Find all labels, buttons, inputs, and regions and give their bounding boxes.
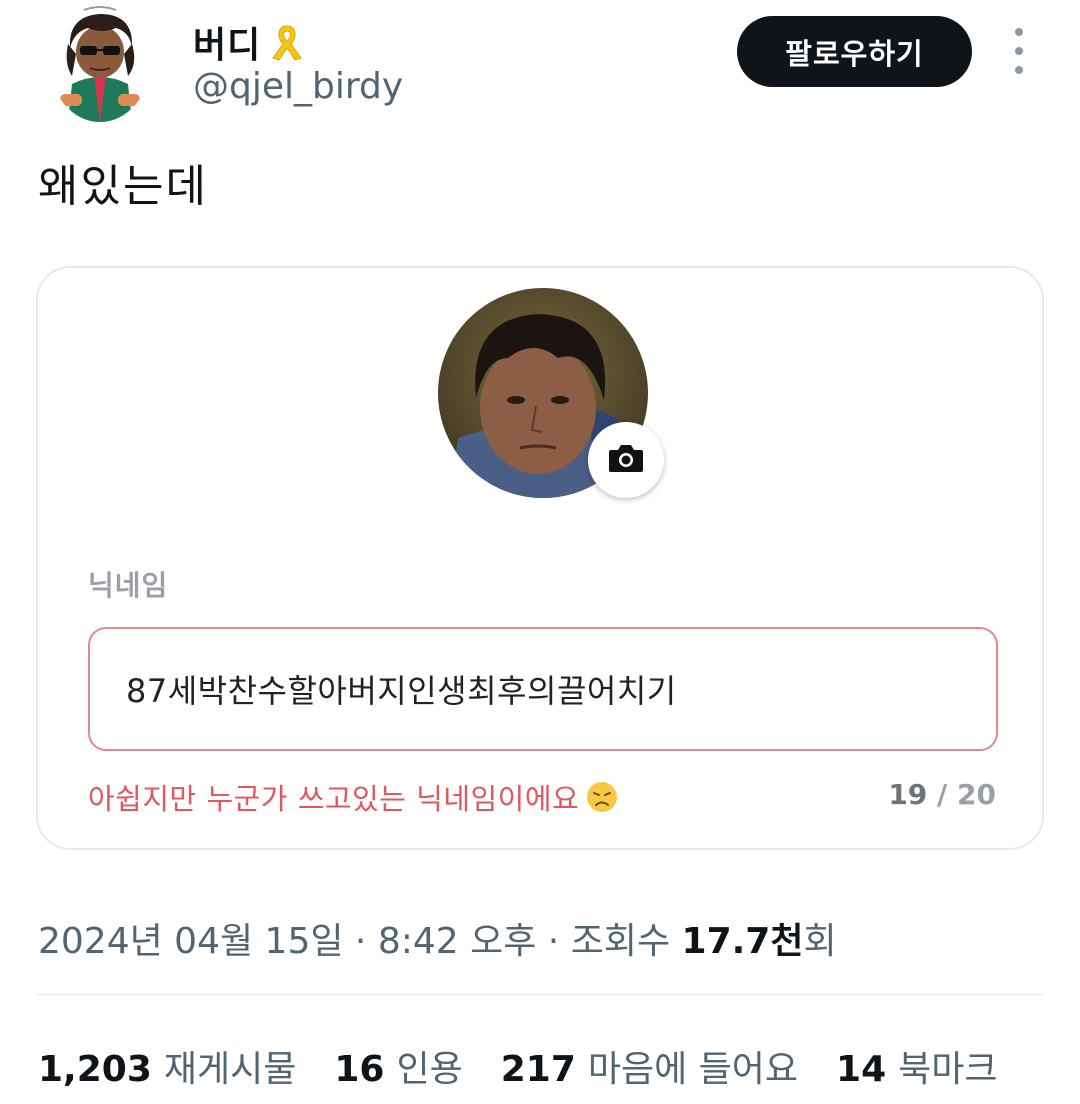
- follow-button[interactable]: 팔로우하기: [737, 16, 972, 87]
- divider: [36, 994, 1044, 995]
- character-counter: 19 / 20: [888, 778, 996, 811]
- likes-stat[interactable]: 217 마음에 들어요: [501, 1040, 798, 1092]
- change-photo-button[interactable]: [588, 422, 664, 498]
- quotes-stat[interactable]: 16 인용: [334, 1040, 462, 1092]
- sad-face-emoji-icon: [585, 780, 619, 814]
- nickname-error-message: 아쉽지만 누군가 쓰고있는 닉네임이에요: [88, 776, 619, 818]
- attached-image-card[interactable]: 닉네임 87세박찬수할아버지인생최후의끌어치기 아쉽지만 누군가 쓰고있는 닉네…: [36, 266, 1044, 850]
- meta-separator: ·: [536, 921, 571, 962]
- views-label: 조회수: [570, 921, 682, 962]
- likes-label: 마음에 들어요: [587, 1049, 799, 1090]
- reposts-count: 1,203: [38, 1049, 152, 1090]
- display-name-text: 버디: [193, 25, 262, 66]
- reposts-stat[interactable]: 1,203 재게시물: [38, 1040, 296, 1092]
- tweet-page: 버디 @qjel_birdy 팔로우하기 왜있는데 닉네임 87세박찬수할아버지…: [0, 0, 1080, 1104]
- tweet-time[interactable]: 8:42 오후: [378, 921, 537, 962]
- more-vertical-icon[interactable]: [1004, 28, 1034, 74]
- author-avatar[interactable]: [50, 4, 150, 122]
- char-count-separator: /: [927, 778, 958, 811]
- char-count-max: 20: [957, 778, 996, 811]
- views-unit: 회: [803, 921, 837, 962]
- nickname-label: 닉네임: [88, 569, 169, 602]
- camera-icon: [607, 442, 645, 478]
- bookmarks-label: 북마크: [898, 1049, 998, 1090]
- bookmarks-count: 14: [836, 1049, 887, 1090]
- likes-count: 217: [500, 1049, 576, 1090]
- nickname-input[interactable]: 87세박찬수할아버지인생최후의끌어치기: [88, 627, 998, 751]
- author-display-name[interactable]: 버디: [193, 16, 307, 68]
- meta-separator: ·: [343, 921, 378, 962]
- engagement-stats: 1,203 재게시물 16 인용 217 마음에 들어요 14 북마크: [38, 1040, 998, 1092]
- views-count: 17.7천: [681, 921, 804, 962]
- tweet-meta: 2024년 04월 15일 · 8:42 오후 · 조회수 17.7천회: [38, 912, 837, 964]
- quotes-label: 인용: [396, 1049, 463, 1090]
- yellow-ribbon-icon: [267, 22, 307, 62]
- quotes-count: 16: [334, 1049, 385, 1090]
- tweet-date[interactable]: 2024년 04월 15일: [38, 921, 343, 962]
- error-message-text: 아쉽지만 누군가 쓰고있는 닉네임이에요: [88, 782, 580, 816]
- author-handle[interactable]: @qjel_birdy: [193, 66, 403, 107]
- tweet-text: 왜있는데: [38, 161, 208, 212]
- char-count-current: 19: [888, 778, 928, 811]
- reposts-label: 재게시물: [163, 1049, 297, 1090]
- bookmarks-stat[interactable]: 14 북마크: [836, 1040, 997, 1092]
